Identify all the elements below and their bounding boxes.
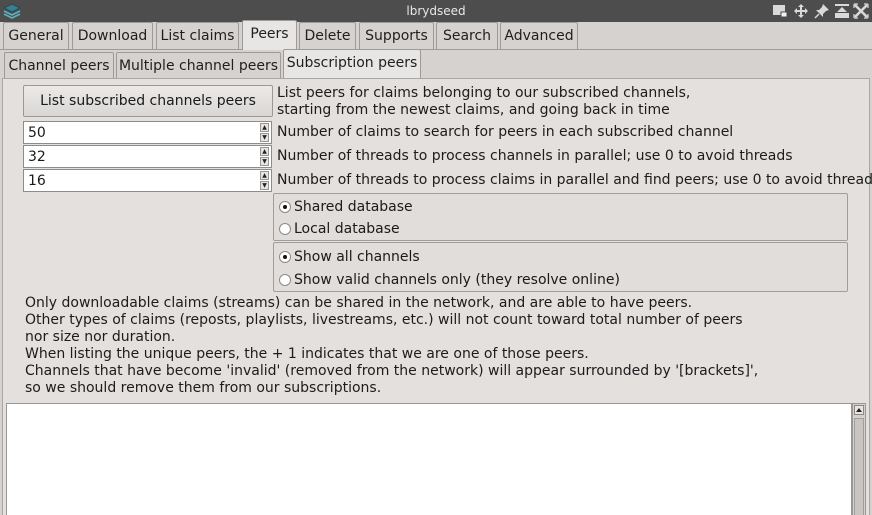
database-radio-group: Shared database Local database — [273, 193, 848, 241]
scroll-up-icon[interactable] — [854, 405, 864, 415]
scroll-thumb[interactable] — [854, 418, 864, 515]
tab-delete[interactable]: Delete — [299, 22, 356, 49]
claims-count-value[interactable]: 50 — [28, 124, 46, 142]
list-subscribed-channels-peers-button[interactable]: List subscribed channels peers — [23, 85, 273, 117]
info-line-2: Other types of claims (reposts, playlist… — [25, 312, 743, 328]
tab-multiple-channel-peers[interactable]: Multiple channel peers — [116, 52, 281, 79]
spin-up-icon[interactable]: ▲ — [260, 147, 269, 156]
claims-count-spinbox[interactable]: 50 ▲ ▼ — [23, 121, 272, 144]
title-bar: lbrydseed — [0, 0, 872, 22]
main-tabbar-line — [0, 49, 872, 50]
radio-selected-icon[interactable] — [279, 251, 291, 263]
description-line-1: List peers for claims belonging to our s… — [277, 85, 691, 101]
channel-threads-value[interactable]: 32 — [28, 148, 46, 166]
tab-download[interactable]: Download — [72, 22, 153, 49]
local-database-label[interactable]: Local database — [294, 220, 400, 238]
channel-threads-spinbox[interactable]: 32 ▲ ▼ — [23, 145, 272, 168]
channel-threads-label: Number of threads to process channels in… — [277, 148, 793, 164]
info-line-4: When listing the unique peers, the + 1 i… — [25, 346, 589, 362]
close-icon[interactable] — [853, 3, 869, 19]
spin-down-icon[interactable]: ▼ — [260, 181, 269, 190]
shared-database-label[interactable]: Shared database — [294, 198, 413, 216]
output-scrollbar[interactable] — [852, 403, 866, 515]
radio-unselected-icon[interactable] — [279, 274, 291, 286]
tab-search[interactable]: Search — [436, 22, 498, 49]
info-line-1: Only downloadable claims (streams) can b… — [25, 295, 693, 311]
tab-subscription-peers[interactable]: Subscription peers — [283, 49, 421, 79]
radio-unselected-icon[interactable] — [279, 223, 291, 235]
channels-radio-group: Show all channels Show valid channels on… — [273, 242, 848, 292]
pin-icon[interactable] — [814, 3, 830, 19]
info-line-5: Channels that have become 'invalid' (rem… — [25, 363, 759, 379]
maximize-icon[interactable] — [834, 3, 850, 19]
info-line-6: so we should remove them from our subscr… — [25, 380, 382, 396]
show-all-channels-label[interactable]: Show all channels — [294, 248, 420, 266]
claims-count-label: Number of claims to search for peers in … — [277, 124, 734, 140]
window-title: lbrydseed — [406, 4, 466, 18]
spin-down-icon[interactable]: ▼ — [260, 133, 269, 142]
tab-advanced[interactable]: Advanced — [500, 22, 578, 49]
radio-selected-icon[interactable] — [279, 201, 291, 213]
show-valid-channels-label[interactable]: Show valid channels only (they resolve o… — [294, 271, 620, 289]
spin-down-icon[interactable]: ▼ — [260, 157, 269, 166]
tab-channel-peers[interactable]: Channel peers — [4, 52, 114, 79]
claim-threads-spinbox[interactable]: 16 ▲ ▼ — [23, 169, 272, 192]
move-icon[interactable] — [793, 3, 809, 19]
info-line-3: nor size nor duration. — [25, 329, 176, 345]
description-line-2: starting from the newest claims, and goi… — [277, 102, 670, 118]
tab-general[interactable]: General — [3, 22, 69, 49]
tab-peers[interactable]: Peers — [242, 20, 297, 50]
claim-threads-label: Number of threads to process claims in p… — [277, 172, 872, 188]
spin-up-icon[interactable]: ▲ — [260, 171, 269, 180]
output-textarea[interactable] — [6, 403, 852, 515]
tab-supports[interactable]: Supports — [359, 22, 434, 49]
tab-list-claims[interactable]: List claims — [156, 22, 239, 49]
minimize-icon[interactable] — [772, 3, 788, 19]
spin-up-icon[interactable]: ▲ — [260, 123, 269, 132]
claim-threads-value[interactable]: 16 — [28, 172, 46, 190]
